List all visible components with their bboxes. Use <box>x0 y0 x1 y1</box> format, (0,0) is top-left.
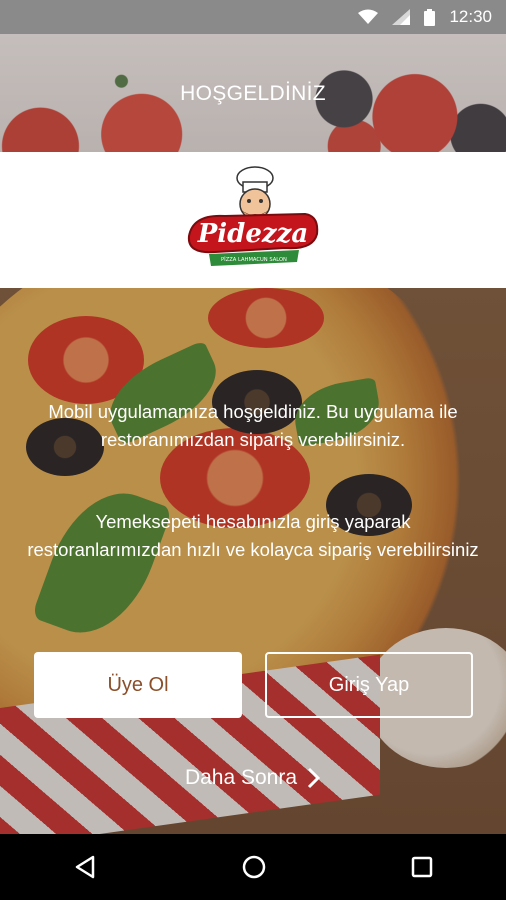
home-icon[interactable] <box>241 854 267 880</box>
wifi-icon <box>358 9 379 25</box>
signal-icon <box>392 9 411 25</box>
logo-brand: Pidezza <box>197 219 309 249</box>
status-bar: 12:30 <box>0 0 506 34</box>
info-text: Yemeksepeti hesabınızla giriş yaparak re… <box>27 511 479 560</box>
hero-section: Mobil uygulamamıza hoşgeldiniz. Bu uygul… <box>0 288 506 834</box>
later-button[interactable]: Daha Sonra <box>0 766 506 790</box>
battery-icon <box>424 8 436 26</box>
page-title: HOŞGELDİNİZ <box>180 82 326 105</box>
chevron-right-icon <box>307 767 321 789</box>
logo-band: Pidezza PİZZA LAHMACUN SALON <box>0 152 506 288</box>
register-button[interactable]: Üye Ol <box>34 652 242 718</box>
recents-icon[interactable] <box>410 855 434 879</box>
status-time: 12:30 <box>449 7 492 26</box>
login-button[interactable]: Giriş Yap <box>265 652 473 718</box>
logo-tagline: PİZZA LAHMACUN SALON <box>221 256 287 263</box>
later-label: Daha Sonra <box>184 766 298 789</box>
back-icon[interactable] <box>72 854 98 880</box>
pidezza-logo: Pidezza PİZZA LAHMACUN SALON <box>187 166 319 266</box>
welcome-header: HOŞGELDİNİZ <box>0 34 506 152</box>
welcome-text: Mobil uygulamamıza hoşgeldiniz. Bu uygul… <box>48 401 458 450</box>
navigation-bar <box>0 834 506 900</box>
